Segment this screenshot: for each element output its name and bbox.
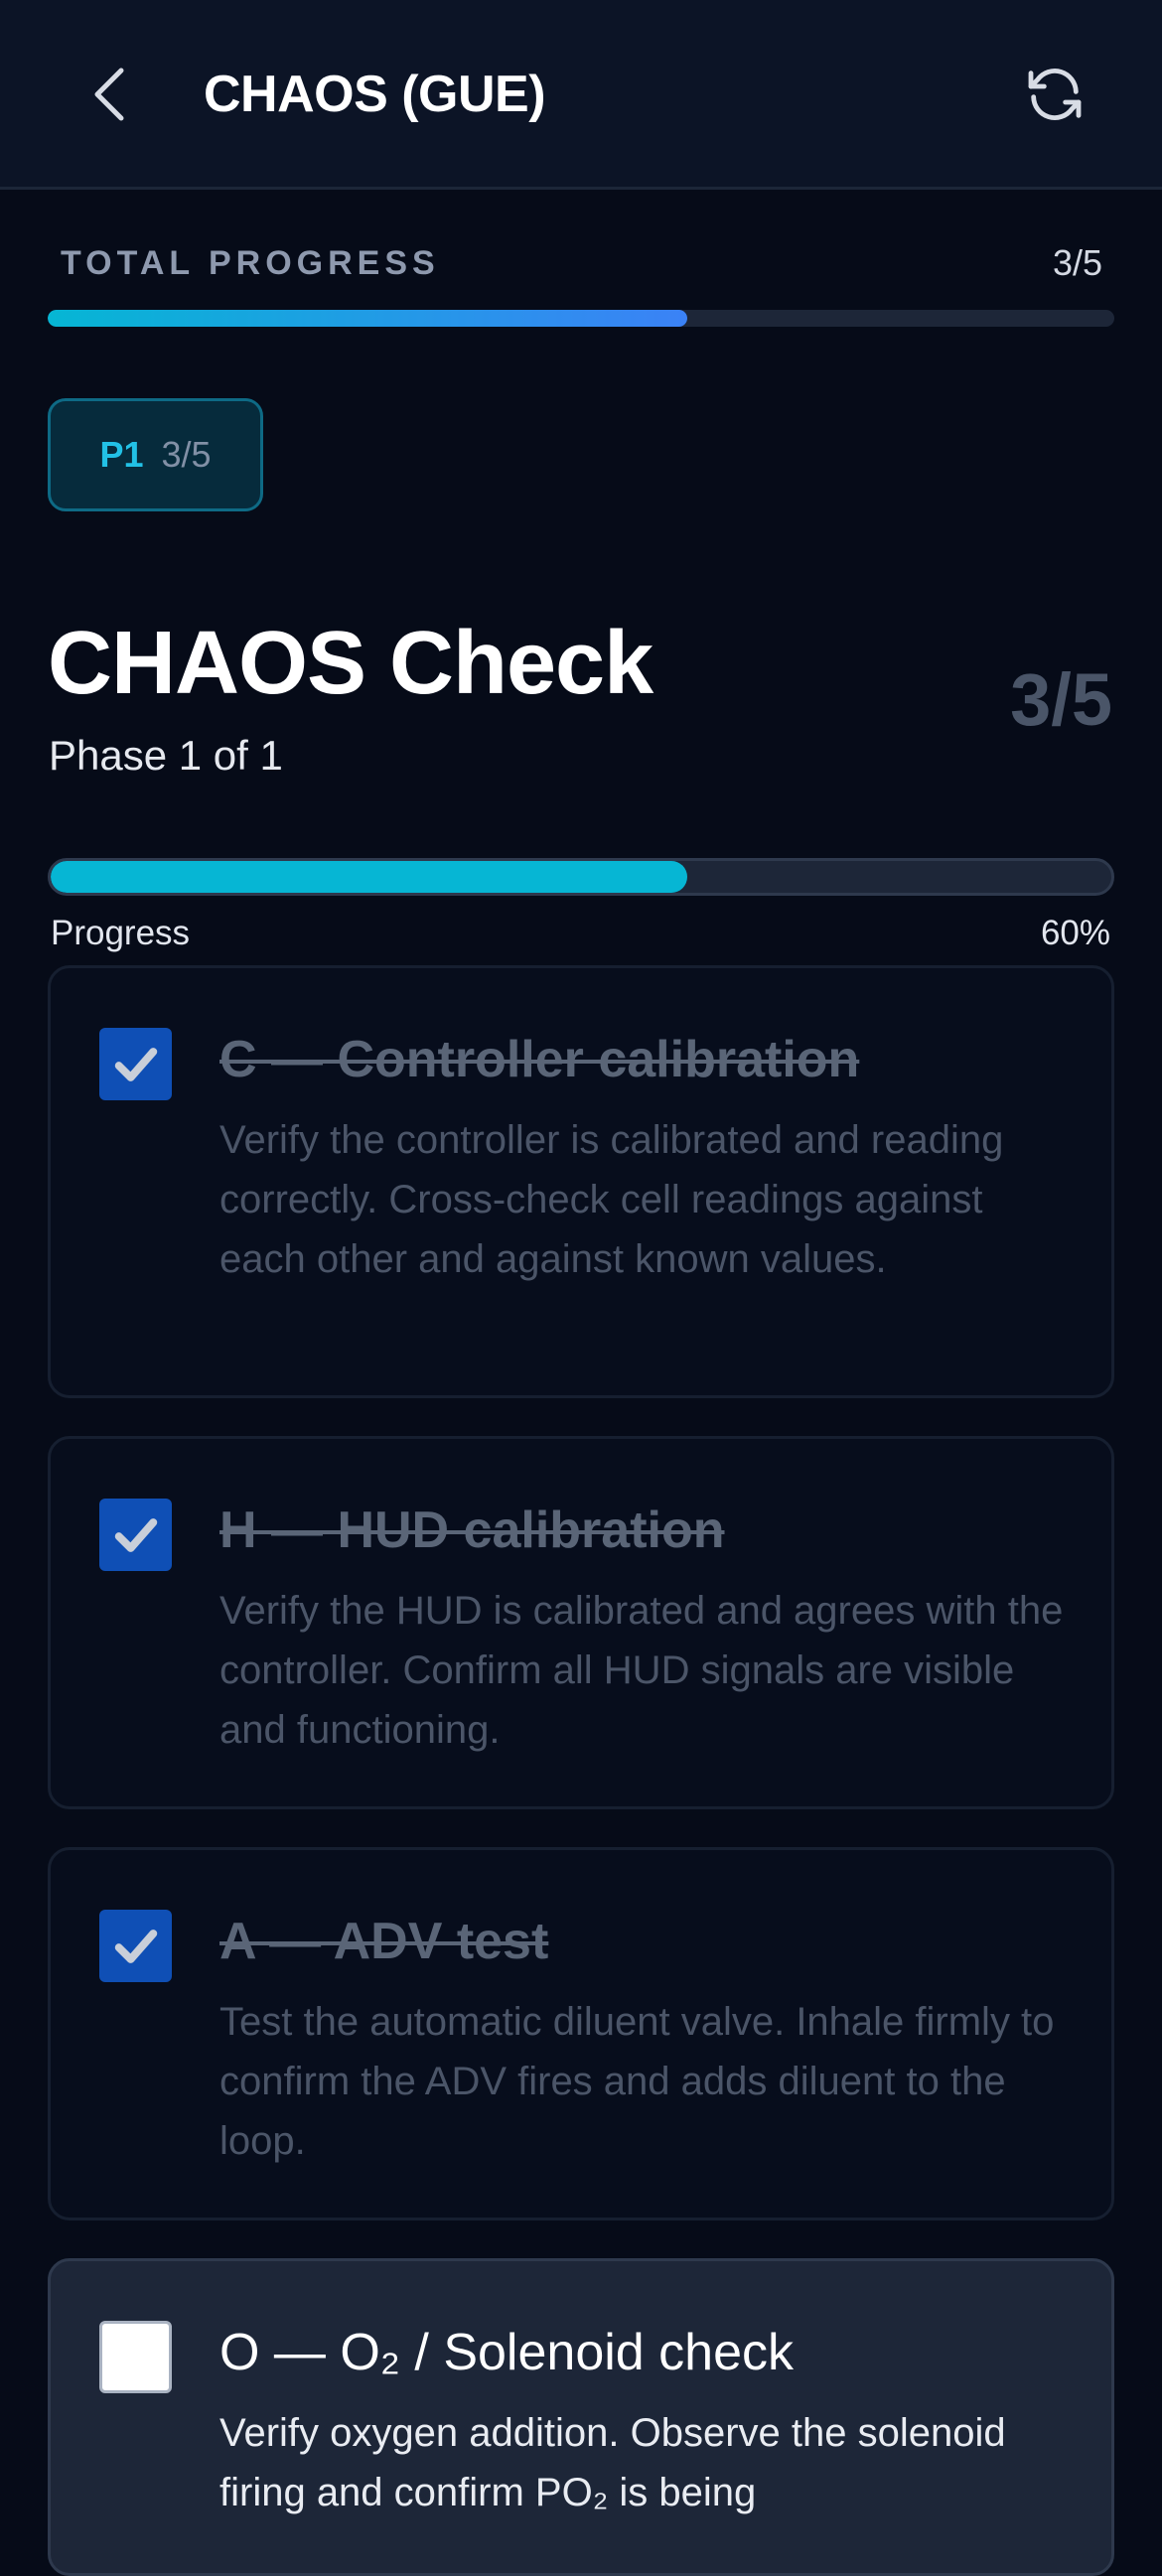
app-header: CHAOS (GUE): [0, 0, 1162, 190]
refresh-icon: [1028, 69, 1082, 120]
checklist-item-title: H — HUD calibration: [219, 1502, 725, 1559]
checklist-item[interactable]: O — O₂ / Solenoid check Verify oxygen ad…: [48, 2258, 1114, 2576]
checklist-item[interactable]: A — ADV test Test the automatic diluent …: [48, 1847, 1114, 2220]
check-subtitle: Phase 1 of 1: [49, 732, 283, 779]
refresh-button[interactable]: [1018, 58, 1091, 131]
checkbox-checked[interactable]: [99, 1499, 172, 1571]
checkbox-unchecked[interactable]: [99, 2321, 172, 2393]
checklist-item-description: Verify the controller is calibrated and …: [219, 1118, 1004, 1281]
checklist-item-title: A — ADV test: [219, 1913, 549, 1970]
chevron-left-icon: [94, 68, 124, 121]
checklist-item-description: Verify the HUD is calibrated and agrees …: [219, 1589, 1064, 1752]
page-title: CHAOS (GUE): [204, 66, 546, 123]
checkbox-checked[interactable]: [99, 1028, 172, 1100]
checkmark-icon: [114, 1929, 157, 1963]
checklist-item-title: C — Controller calibration: [219, 1031, 860, 1088]
phase-progress-fill: [51, 861, 687, 893]
phase-progress-bar: [48, 858, 1114, 896]
checklist-item-title: O — O₂ / Solenoid check: [219, 2324, 794, 2381]
phase-chip-p1[interactable]: P1 3/5: [48, 398, 263, 511]
back-button[interactable]: [79, 55, 139, 134]
phase-progress-percent: 60%: [1040, 914, 1110, 952]
phase-chip-name: P1: [99, 434, 144, 475]
phase-chip-count: 3/5: [161, 434, 212, 475]
checkbox-checked[interactable]: [99, 1910, 172, 1982]
check-title: CHAOS Check: [48, 614, 654, 713]
checkmark-icon: [114, 1047, 157, 1081]
total-progress-count: 3/5: [1052, 242, 1102, 283]
checklist-item-description: Test the automatic diluent valve. Inhale…: [219, 2000, 1055, 2163]
checkmark-icon: [114, 1517, 157, 1552]
check-count: 3/5: [1010, 658, 1112, 741]
total-progress-label: TOTAL PROGRESS: [61, 244, 440, 282]
phase-progress-label: Progress: [51, 914, 191, 952]
checklist-item[interactable]: C — Controller calibration Verify the co…: [48, 965, 1114, 1398]
checklist-item[interactable]: H — HUD calibration Verify the HUD is ca…: [48, 1436, 1114, 1809]
checklist-item-description: Verify oxygen addition. Observe the sole…: [219, 2411, 1006, 2514]
total-progress-fill: [48, 310, 688, 327]
total-progress-bar: [48, 310, 1114, 327]
